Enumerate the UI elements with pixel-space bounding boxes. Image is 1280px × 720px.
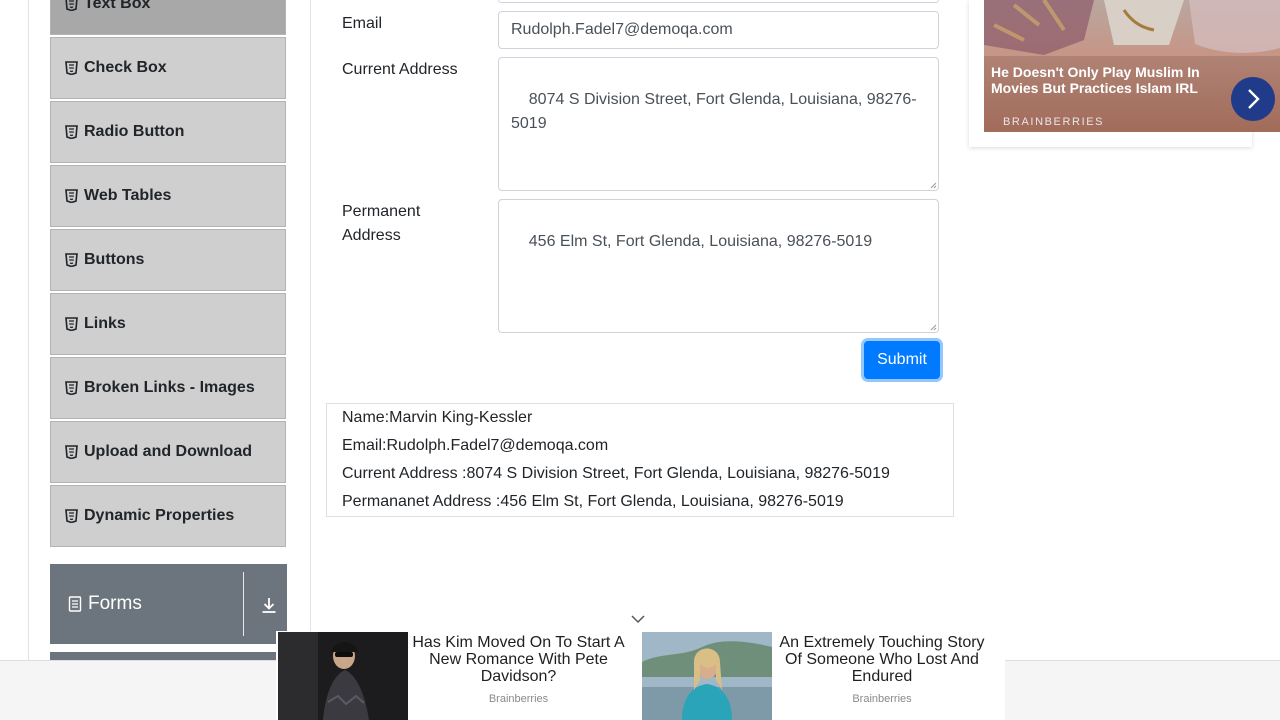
output-email: Email:Rudolph.Fadel7@demoqa.com xyxy=(342,437,609,454)
current-address-value: 8074 S Division Street, Fort Glenda, Lou… xyxy=(511,91,917,132)
html5-icon xyxy=(65,0,78,11)
sidebar-item-label: Links xyxy=(84,315,126,332)
resize-grip-icon[interactable] xyxy=(930,182,937,189)
left-divider xyxy=(28,0,29,720)
document-icon xyxy=(68,596,82,612)
email-field[interactable] xyxy=(498,11,939,49)
page: Text Box Check Box Radio Button Web Tabl… xyxy=(0,0,1280,720)
content-divider xyxy=(310,0,311,720)
sidebar-item-label: Broken Links - Images xyxy=(84,379,255,396)
sidebar-item-label: Web Tables xyxy=(84,187,172,204)
sidebar-item-label: Upload and Download xyxy=(84,443,252,460)
sidebar-item-dynamic-properties[interactable]: Dynamic Properties xyxy=(50,485,286,547)
output-panel: Name:Marvin King-Kessler Email:Rudolph.F… xyxy=(326,403,954,517)
sidebar-item-check-box[interactable]: Check Box xyxy=(50,37,286,99)
sidebar-item-web-tables[interactable]: Web Tables xyxy=(50,165,286,227)
current-address-label: Current Address xyxy=(342,61,458,78)
email-label: Email xyxy=(342,15,383,32)
side-ad-title[interactable]: He Doesn't Only Play Muslim In Movies Bu… xyxy=(991,64,1221,96)
chevron-right-icon[interactable] xyxy=(1231,77,1275,121)
chevron-down-icon[interactable] xyxy=(630,613,646,625)
html5-icon xyxy=(65,189,78,203)
sidebar-item-upload-download[interactable]: Upload and Download xyxy=(50,421,286,483)
sidebar-item-buttons[interactable]: Buttons xyxy=(50,229,286,291)
current-address-field[interactable]: 8074 S Division Street, Fort Glenda, Lou… xyxy=(498,57,939,191)
download-arrow-icon[interactable] xyxy=(256,592,282,618)
previous-field-edge xyxy=(498,0,939,3)
html5-icon xyxy=(65,445,78,459)
story-source-2: Brainberries xyxy=(852,693,912,705)
sidebar-item-radio-button[interactable]: Radio Button xyxy=(50,101,286,163)
forms-group-divider xyxy=(243,572,244,636)
output-current-address: Current Address :8074 S Division Street,… xyxy=(342,465,890,482)
sidebar-item-label: Check Box xyxy=(84,59,167,76)
forms-group-header[interactable]: Forms xyxy=(50,564,287,644)
permanent-address-field[interactable]: 456 Elm St, Fort Glenda, Louisiana, 9827… xyxy=(498,199,939,333)
html5-icon xyxy=(65,61,78,75)
story-source-1: Brainberries xyxy=(488,693,549,705)
permanent-address-value: 456 Elm St, Fort Glenda, Louisiana, 9827… xyxy=(528,233,873,250)
html5-icon xyxy=(65,125,78,139)
resize-grip-icon[interactable] xyxy=(930,324,937,331)
submit-button[interactable]: Submit xyxy=(864,341,940,379)
output-name: Name:Marvin King-Kessler xyxy=(342,409,533,426)
sidebar-item-label: Buttons xyxy=(84,251,145,268)
sidebar-item-label: Radio Button xyxy=(84,123,185,140)
html5-icon xyxy=(65,509,78,523)
sidebar-item-broken-links[interactable]: Broken Links - Images xyxy=(50,357,286,419)
html5-icon xyxy=(65,317,78,331)
story-title-2[interactable]: An Extremely Touching Story Of Someone W… xyxy=(772,634,992,685)
output-permanent-address: Permananet Address :456 Elm St, Fort Gle… xyxy=(342,493,844,510)
sidebar-item-links[interactable]: Links xyxy=(50,293,286,355)
sidebar-item-text-box[interactable]: Text Box xyxy=(50,0,286,35)
story-thumbnail-1[interactable] xyxy=(278,632,408,720)
forms-group-label: Forms xyxy=(88,593,142,614)
side-ad-brand: BRAINBERRIES xyxy=(1003,116,1105,128)
story-thumbnail-2[interactable] xyxy=(642,632,772,720)
sidebar-item-label: Dynamic Properties xyxy=(84,507,235,524)
html5-icon xyxy=(65,381,78,395)
permanent-address-label: Permanent Address xyxy=(342,203,421,244)
html5-icon xyxy=(65,253,78,267)
sidebar-item-label: Text Box xyxy=(84,0,151,12)
story-title-1[interactable]: Has Kim Moved On To Start A New Romance … xyxy=(408,634,629,685)
